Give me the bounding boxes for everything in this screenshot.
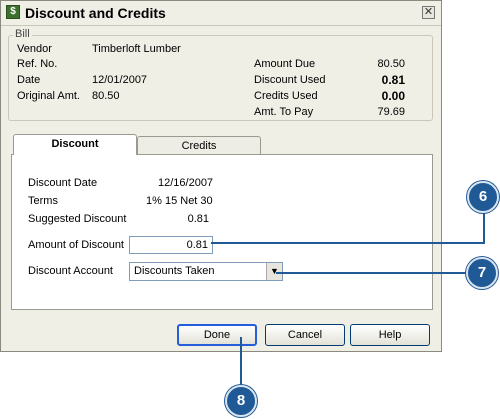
callout-line-7	[276, 272, 466, 274]
terms-label: Terms	[28, 195, 58, 207]
amount-due-label: Amount Due	[254, 58, 316, 70]
callout-line-6	[211, 242, 483, 244]
tab-credits[interactable]: Credits	[137, 136, 261, 155]
discount-account-value: Discounts Taken	[134, 265, 215, 277]
discount-used-label: Discount Used	[254, 74, 326, 86]
suggested-discount-label: Suggested Discount	[28, 213, 127, 225]
suggested-discount-value: 0.81	[187, 213, 209, 225]
title-bar[interactable]: $ Discount and Credits ✕	[1, 1, 441, 26]
callout-line-8	[240, 337, 242, 389]
amount-due-value: 80.50	[377, 58, 405, 70]
discount-account-label: Discount Account	[28, 265, 113, 277]
amount-of-discount-input[interactable]: 0.81	[129, 236, 213, 254]
amt-to-pay-value: 79.69	[377, 106, 405, 118]
discount-account-select[interactable]: Discounts Taken ▼	[129, 262, 283, 281]
credits-used-label: Credits Used	[254, 90, 318, 102]
callout-7-badge: 7	[466, 257, 498, 289]
bill-legend: Bill	[13, 28, 32, 40]
original-amt-label: Original Amt.	[17, 90, 80, 102]
ref-no-label: Ref. No.	[17, 58, 58, 70]
discount-date-value: 12/16/2007	[158, 177, 214, 189]
callout-6-badge: 6	[467, 181, 499, 213]
amount-of-discount-label: Amount of Discount	[28, 239, 124, 251]
done-button[interactable]: Done	[177, 324, 257, 346]
discount-credits-dialog: $ Discount and Credits ✕ Bill Vendor Tim…	[0, 0, 442, 352]
original-amt-value: 80.50	[92, 90, 120, 102]
date-value: 12/01/2007	[92, 74, 148, 86]
discount-used-value: 0.81	[381, 73, 405, 87]
credits-used-value: 0.00	[381, 89, 405, 103]
amt-to-pay-label: Amt. To Pay	[254, 106, 314, 118]
vendor-value: Timberloft Lumber	[92, 43, 181, 55]
close-icon[interactable]: ✕	[422, 6, 435, 19]
callout-line-6-vertical	[483, 212, 485, 244]
vendor-label: Vendor	[17, 43, 52, 55]
cancel-button[interactable]: Cancel	[265, 324, 345, 346]
tab-discount[interactable]: Discount	[13, 134, 137, 155]
terms-value: 1% 15 Net 30	[146, 195, 213, 207]
discount-date-label: Discount Date	[28, 177, 98, 189]
callout-8-badge: 8	[225, 385, 257, 417]
dialog-title: Discount and Credits	[25, 5, 166, 21]
date-label: Date	[17, 74, 41, 86]
help-button[interactable]: Help	[350, 324, 430, 346]
app-icon: $	[6, 5, 20, 19]
